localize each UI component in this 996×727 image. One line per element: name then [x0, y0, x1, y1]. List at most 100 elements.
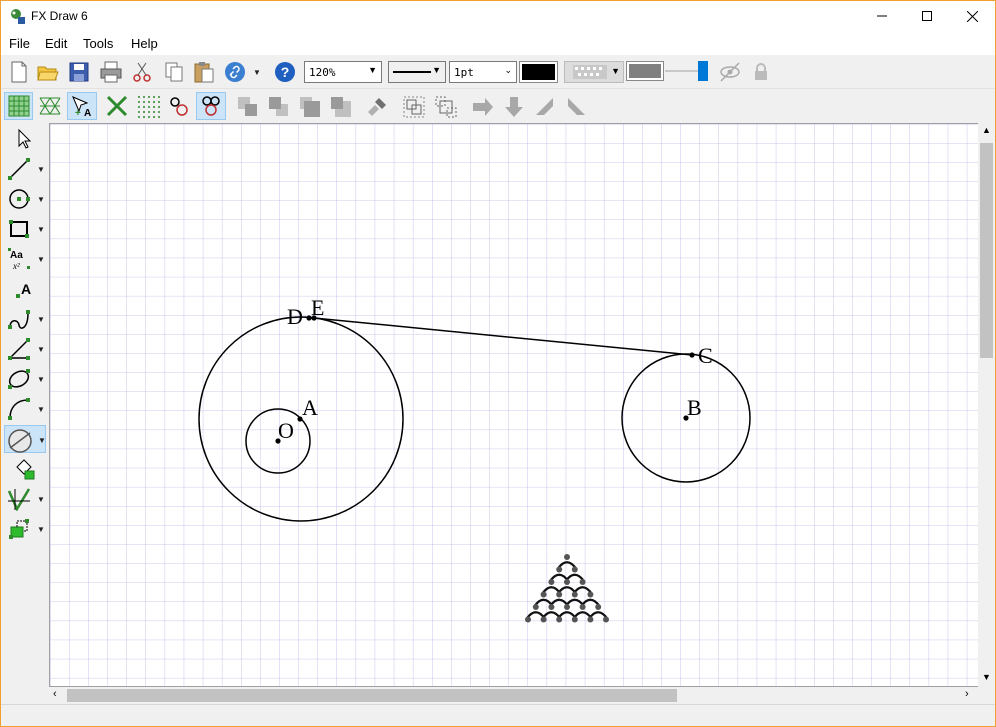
curve-tool[interactable]: ▼ — [4, 305, 46, 333]
menu-file[interactable]: File — [9, 36, 30, 51]
label-o[interactable]: O — [278, 418, 294, 443]
minimize-button[interactable] — [859, 1, 905, 31]
send-to-back-icon[interactable] — [329, 95, 353, 119]
arc-tool-dropdown-icon[interactable]: ▼ — [37, 405, 45, 414]
rotate-right-icon[interactable] — [564, 95, 588, 119]
grid-toggle-button[interactable] — [4, 92, 33, 120]
label-d[interactable]: D — [287, 304, 303, 329]
pyramid-node — [564, 554, 570, 560]
text-format-tool[interactable]: Aa x² ▼ — [4, 245, 46, 273]
solid-line-icon — [393, 71, 431, 73]
line-color-swatch[interactable] — [519, 61, 558, 83]
maximize-button[interactable] — [904, 1, 950, 31]
opacity-slider-thumb[interactable] — [698, 61, 708, 81]
cut-icon[interactable] — [130, 60, 154, 84]
link-icon[interactable] — [223, 60, 247, 84]
print-icon[interactable] — [99, 60, 123, 84]
save-icon[interactable] — [67, 60, 91, 84]
menu-help[interactable]: Help — [131, 36, 158, 51]
isometric-grid-icon[interactable] — [38, 94, 62, 118]
ungroup-icon[interactable] — [434, 95, 458, 119]
angle-tool-dropdown-icon[interactable]: ▼ — [37, 345, 45, 354]
add-point-label-button[interactable]: A + — [67, 92, 97, 120]
label-e[interactable]: E — [311, 295, 324, 320]
text-tool[interactable]: A — [4, 275, 46, 303]
group-icon[interactable] — [402, 95, 426, 119]
line-width-select[interactable]: 1pt ⌄ — [449, 61, 517, 83]
pyramid-node — [579, 579, 586, 585]
shape-tool-dropdown-icon[interactable]: ▼ — [37, 525, 45, 534]
label-b[interactable]: B — [687, 395, 702, 420]
scroll-up-icon[interactable]: ▲ — [982, 125, 991, 135]
scroll-down-icon[interactable]: ▼ — [982, 672, 991, 682]
shape-tool[interactable]: ▼ — [4, 515, 46, 543]
pyramid-node — [525, 616, 531, 623]
new-icon[interactable] — [7, 60, 31, 84]
drawing-canvas[interactable]: O A D E B C — [49, 123, 979, 687]
title-bar: FX Draw 6 — [1, 1, 995, 31]
send-backward-icon[interactable] — [267, 95, 291, 119]
circle-tool-dropdown-icon[interactable]: ▼ — [37, 195, 45, 204]
graph-tool-dropdown-icon[interactable]: ▼ — [37, 495, 45, 504]
point-c[interactable] — [689, 352, 695, 358]
text-format-tool-dropdown-icon[interactable]: ▼ — [37, 255, 45, 264]
curve-tool-dropdown-icon[interactable]: ▼ — [37, 315, 45, 324]
rectangle-tool-dropdown-icon[interactable]: ▼ — [37, 225, 45, 234]
bring-to-front-icon[interactable] — [298, 95, 322, 119]
fill-tool[interactable] — [4, 455, 46, 483]
scroll-left-icon[interactable]: ‹ — [53, 688, 57, 700]
drawing-svg[interactable]: O A D E B C — [50, 124, 979, 687]
line-tool-dropdown-icon[interactable]: ▼ — [37, 165, 45, 174]
label-c[interactable]: C — [698, 343, 713, 368]
pyramid-node — [548, 604, 555, 610]
pyramid-node — [564, 604, 570, 610]
menu-edit[interactable]: Edit — [45, 36, 67, 51]
opacity-slider-track[interactable] — [665, 70, 699, 72]
lock-icon[interactable] — [749, 60, 773, 84]
horizontal-scrollbar[interactable]: ‹ › — [49, 687, 978, 704]
select-tool-icon — [18, 128, 32, 149]
help-icon[interactable]: ? — [273, 60, 297, 84]
label-a[interactable]: A — [302, 395, 318, 420]
angle-tool[interactable]: ▼ — [4, 335, 46, 363]
line-tool[interactable]: ▼ — [4, 155, 46, 183]
line-style-select[interactable]: ▼ — [388, 61, 446, 83]
svg-text:x²: x² — [12, 261, 20, 271]
zoom-dropdown-icon: ▼ — [368, 65, 377, 75]
select-tool[interactable] — [4, 125, 46, 153]
rotate-left-icon[interactable] — [533, 95, 557, 119]
graph-tool[interactable]: ▼ — [4, 485, 46, 513]
rectangle-tool[interactable]: ▼ — [4, 215, 46, 243]
vertical-scrollbar[interactable]: ▲ ▼ — [978, 123, 995, 687]
ellipse-tool-dropdown-icon[interactable]: ▼ — [37, 375, 45, 384]
protractor-tool[interactable]: ▼ — [4, 425, 46, 453]
open-icon[interactable] — [36, 60, 60, 84]
app-window: FX Draw 6 File Edit Tools Help ▼ ? 120% … — [0, 0, 996, 727]
pyramid-node — [556, 566, 563, 573]
delete-icon[interactable] — [105, 94, 129, 118]
pyramid-node — [603, 616, 609, 623]
fill-color-swatch[interactable] — [626, 61, 664, 81]
circle-tool[interactable]: ▼ — [4, 185, 46, 213]
arrow-right-icon[interactable] — [471, 95, 495, 119]
arrow-down-icon[interactable] — [502, 95, 526, 119]
hide-icon[interactable] — [718, 60, 742, 84]
fill-pattern-select[interactable]: ▼ — [564, 61, 624, 83]
arc-tool[interactable]: ▼ — [4, 395, 46, 423]
scroll-right-icon[interactable]: › — [965, 688, 969, 700]
link-dropdown-arrow[interactable]: ▼ — [253, 68, 261, 77]
format-painter-icon[interactable] — [365, 95, 389, 119]
copy-icon[interactable] — [162, 60, 186, 84]
multi-point-button[interactable] — [196, 92, 226, 120]
close-button[interactable] — [949, 1, 995, 31]
ellipse-tool[interactable]: ▼ — [4, 365, 46, 393]
paste-icon[interactable] — [192, 60, 216, 84]
horizontal-scroll-thumb[interactable] — [67, 689, 677, 702]
menu-tools[interactable]: Tools — [83, 36, 113, 51]
point-icon[interactable] — [167, 94, 191, 118]
protractor-tool-dropdown-icon[interactable]: ▼ — [38, 436, 46, 445]
dot-grid-icon[interactable] — [136, 94, 160, 118]
zoom-select[interactable]: 120% ▼ — [304, 61, 382, 83]
vertical-scroll-thumb[interactable] — [980, 143, 993, 358]
bring-forward-icon[interactable] — [236, 95, 260, 119]
